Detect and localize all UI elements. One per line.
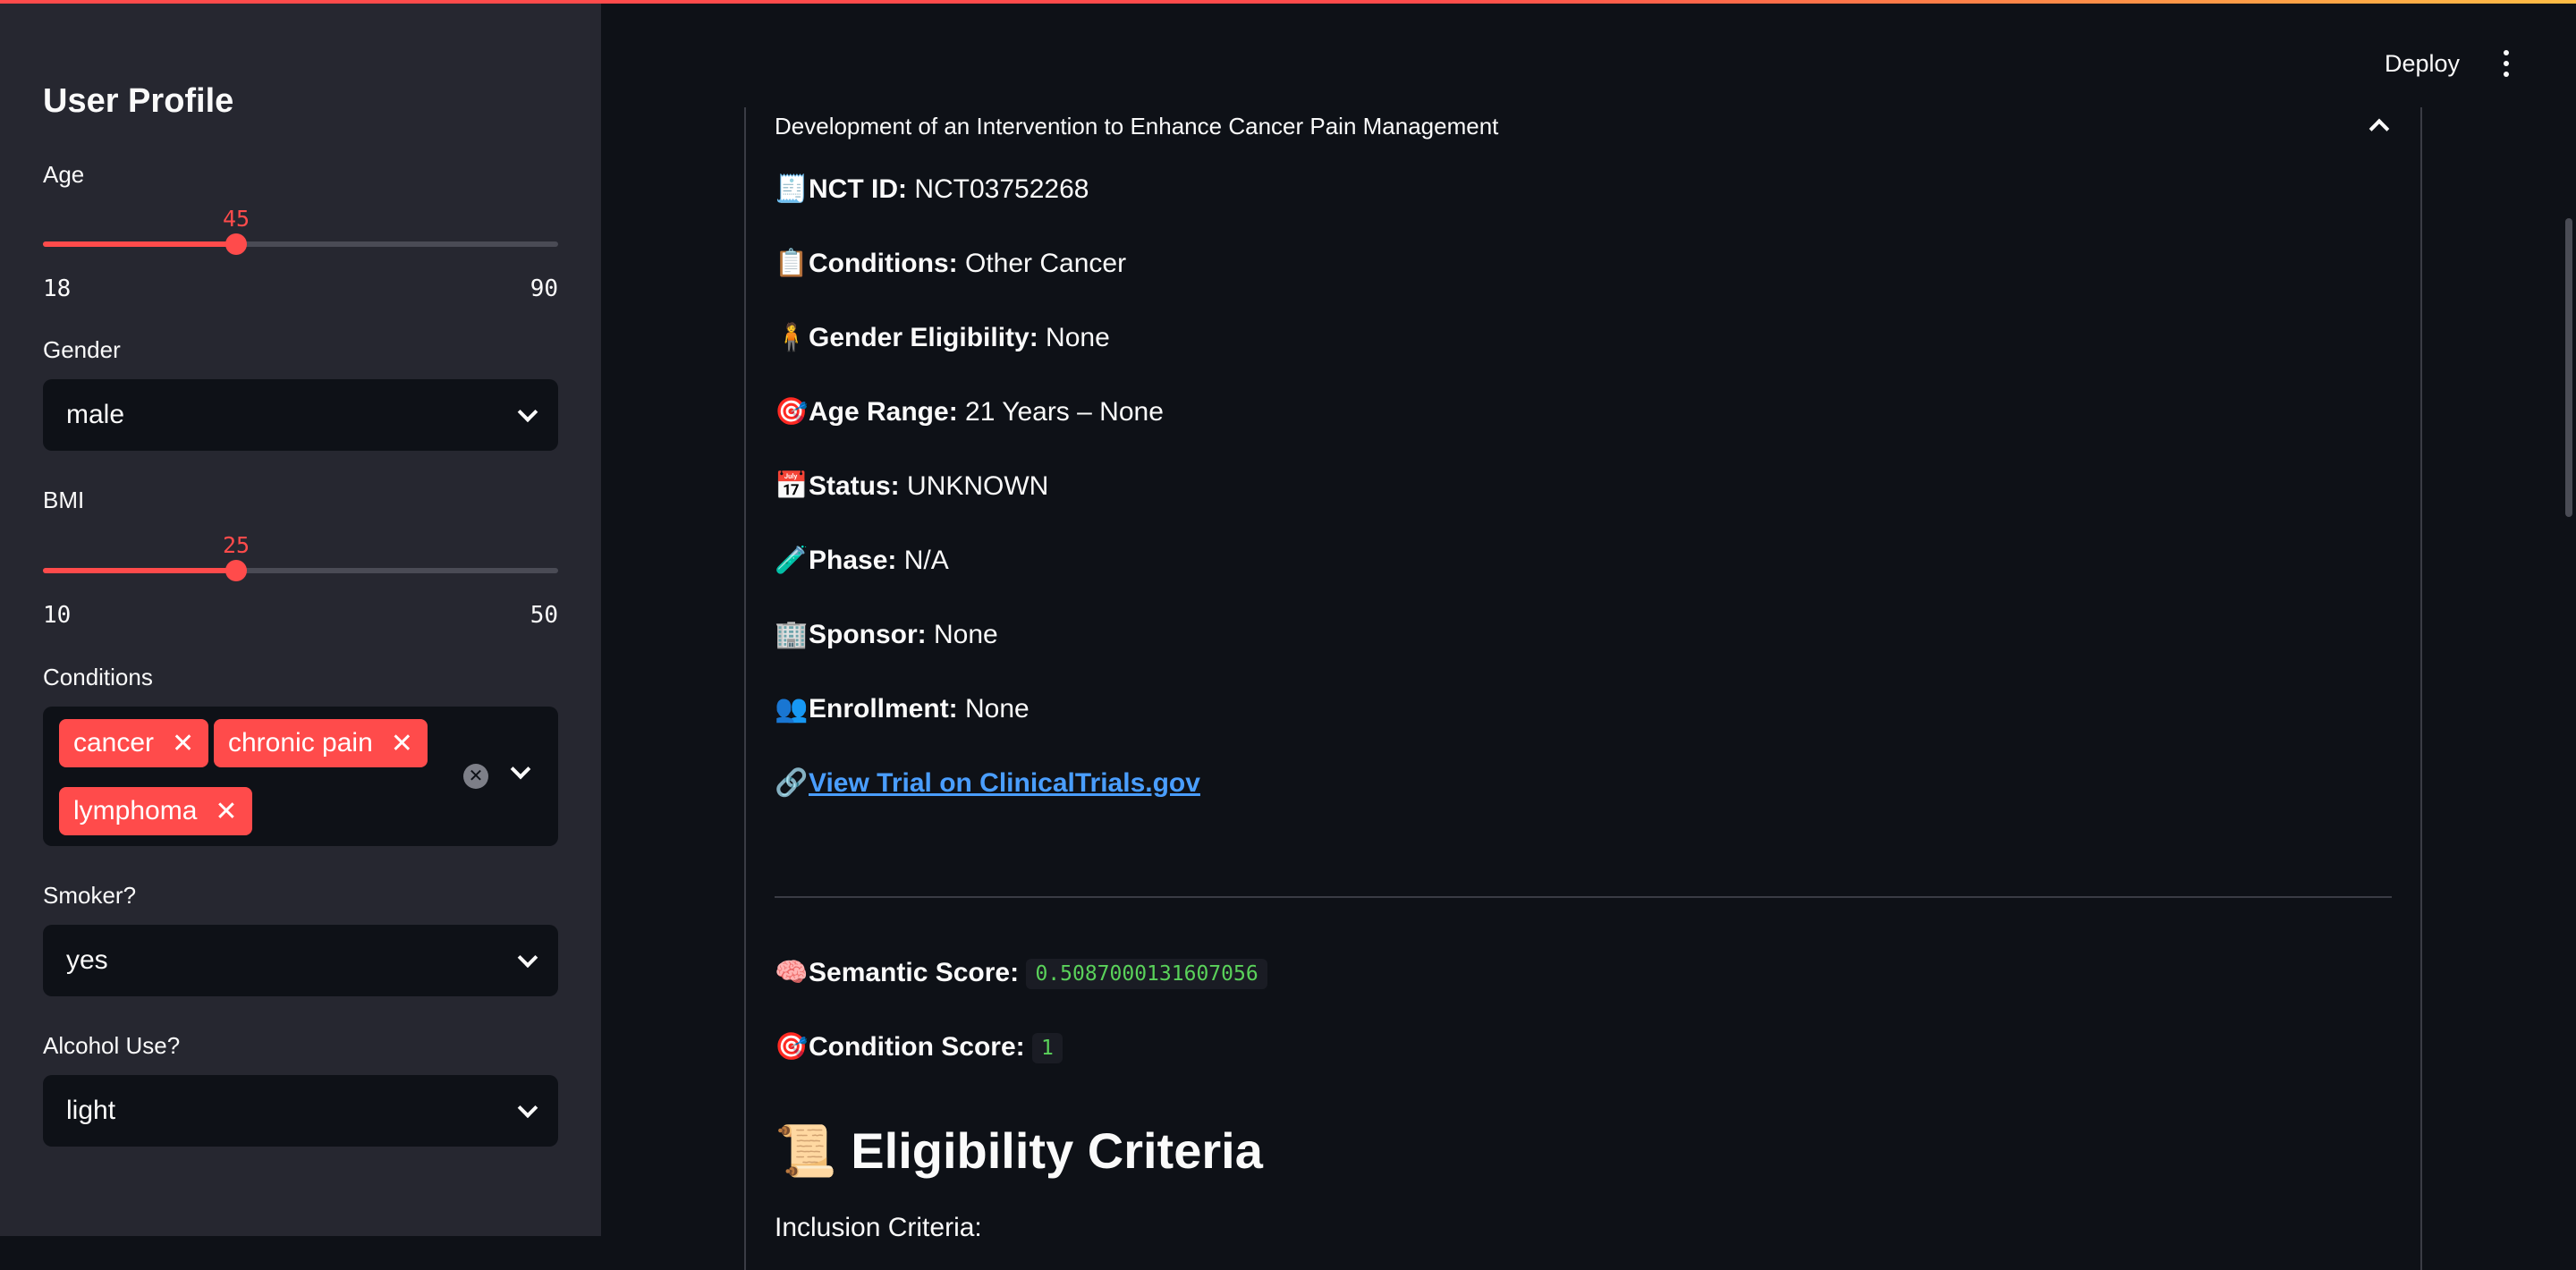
smoker-label: Smoker?	[43, 882, 137, 909]
age-range-row: 🎯Age Range: 21 Years – None	[775, 396, 1164, 428]
bmi-slider-fill	[43, 568, 236, 573]
age-label: Age	[43, 161, 85, 188]
top-accent-bar	[0, 0, 2576, 4]
people-icon: 👥	[775, 694, 809, 724]
condition-score-row: 🎯Condition Score: 1	[775, 1031, 1063, 1064]
alcohol-select-value: light	[66, 1096, 116, 1125]
bmi-slider[interactable]: 25 10 50	[43, 525, 558, 632]
conditions-row: 📋Conditions: Other Cancer	[775, 248, 1126, 279]
conditions-value: Other Cancer	[964, 249, 1127, 278]
phase-value: N/A	[903, 546, 949, 575]
gender-label: Gender	[43, 336, 121, 363]
scroll-icon: 📜	[775, 1122, 837, 1179]
age-slider-min: 18	[43, 275, 72, 302]
link-icon: 🔗	[775, 768, 809, 798]
condition-score-label: Condition Score:	[809, 1032, 1025, 1062]
gender-select-value: male	[66, 400, 125, 429]
gender-select[interactable]: male	[43, 379, 558, 451]
more-menu-icon[interactable]	[2501, 50, 2512, 77]
bmi-slider-min: 10	[43, 602, 72, 629]
alcohol-label: Alcohol Use?	[43, 1032, 181, 1059]
chevron-down-icon	[517, 402, 538, 423]
remove-tag-icon[interactable]: ✕	[172, 728, 194, 759]
status-row: 📅Status: UNKNOWN	[775, 470, 1048, 502]
clear-all-icon[interactable]: ✕	[463, 764, 488, 789]
receipt-icon: 🧾	[775, 174, 809, 204]
sidebar-title: User Profile	[43, 82, 234, 120]
enrollment-label: Enrollment:	[809, 694, 958, 724]
bmi-slider-value: 25	[222, 532, 250, 558]
smoker-select[interactable]: yes	[43, 925, 558, 996]
chevron-up-icon[interactable]	[2368, 118, 2390, 140]
bmi-slider-track[interactable]	[43, 568, 558, 573]
semantic-score-row: 🧠Semantic Score: 0.5087000131607056	[775, 957, 1267, 990]
nct-value: NCT03752268	[914, 174, 1089, 204]
condition-score-value: 1	[1032, 1033, 1063, 1064]
sponsor-label: Sponsor:	[809, 620, 927, 649]
chevron-down-icon[interactable]	[510, 758, 531, 780]
semantic-score-label: Semantic Score:	[809, 958, 1020, 987]
status-value: UNKNOWN	[907, 471, 1049, 501]
remove-tag-icon[interactable]: ✕	[215, 796, 237, 827]
age-slider-track[interactable]	[43, 241, 558, 247]
condition-tag-label: lymphoma	[73, 796, 198, 826]
condition-tag-label: chronic pain	[228, 728, 373, 758]
eligibility-heading-text: Eligibility Criteria	[851, 1122, 1263, 1179]
remove-tag-icon[interactable]: ✕	[391, 728, 413, 759]
test-tube-icon: 🧪	[775, 546, 809, 575]
building-icon: 🏢	[775, 620, 809, 649]
conditions-label: Conditions	[43, 664, 153, 690]
enrollment-row: 👥Enrollment: None	[775, 693, 1030, 724]
age-slider[interactable]: 45 18 90	[43, 199, 558, 306]
target-icon: 🎯	[775, 1032, 809, 1062]
scrollbar-thumb[interactable]	[2565, 218, 2572, 517]
bmi-slider-thumb[interactable]	[225, 560, 247, 581]
conditions-multiselect[interactable]: cancer ✕ chronic pain ✕ lymphoma ✕ ✕	[43, 707, 558, 846]
view-trial-link[interactable]: View Trial on ClinicalTrials.gov	[809, 768, 1200, 798]
sponsor-value: None	[934, 620, 998, 649]
eligibility-heading: 📜 Eligibility Criteria	[775, 1122, 1263, 1181]
gender-eligibility-value: None	[1046, 323, 1110, 352]
age-slider-value: 45	[222, 206, 250, 232]
person-icon: 🧍	[775, 323, 809, 352]
trial-expander: Development of an Intervention to Enhanc…	[744, 107, 2422, 1270]
gender-eligibility-label: Gender Eligibility:	[809, 323, 1038, 352]
expander-title[interactable]: Development of an Intervention to Enhanc…	[775, 113, 1498, 140]
gender-row: 🧍Gender Eligibility: None	[775, 322, 1110, 353]
age-range-label: Age Range:	[809, 397, 958, 427]
enrollment-value: None	[965, 694, 1030, 724]
nct-row: 🧾NCT ID: NCT03752268	[775, 174, 1089, 205]
condition-tag: cancer ✕	[59, 719, 209, 767]
link-row: 🔗View Trial on ClinicalTrials.gov	[775, 767, 1200, 799]
condition-tag-label: cancer	[73, 728, 155, 758]
semantic-score-value: 0.5087000131607056	[1026, 959, 1267, 990]
nct-label: NCT ID:	[809, 174, 907, 204]
chevron-down-icon	[517, 1097, 538, 1119]
bmi-label: BMI	[43, 487, 85, 513]
calendar-icon: 📅	[775, 471, 809, 501]
condition-tag: chronic pain ✕	[214, 719, 428, 767]
divider	[775, 896, 2392, 898]
sidebar: User Profile Age 45 18 90 Gender male BM…	[0, 0, 601, 1236]
smoker-select-value: yes	[66, 945, 108, 975]
status-label: Status:	[809, 471, 900, 501]
sponsor-row: 🏢Sponsor: None	[775, 619, 998, 650]
phase-label: Phase:	[809, 546, 897, 575]
target-icon: 🎯	[775, 397, 809, 427]
chevron-down-icon	[517, 947, 538, 969]
bmi-slider-max: 50	[530, 602, 558, 629]
age-slider-fill	[43, 241, 236, 247]
clipboard-icon: 📋	[775, 249, 809, 278]
condition-tag: lymphoma ✕	[59, 787, 252, 835]
deploy-button[interactable]: Deploy	[2385, 50, 2460, 78]
phase-row: 🧪Phase: N/A	[775, 545, 949, 576]
inclusion-criteria-label: Inclusion Criteria:	[775, 1213, 982, 1242]
conditions-label: Conditions:	[809, 249, 958, 278]
brain-icon: 🧠	[775, 958, 809, 987]
age-slider-thumb[interactable]	[225, 233, 247, 255]
alcohol-select[interactable]: light	[43, 1075, 558, 1147]
age-slider-max: 90	[530, 275, 558, 302]
age-range-value: 21 Years – None	[965, 397, 1164, 427]
